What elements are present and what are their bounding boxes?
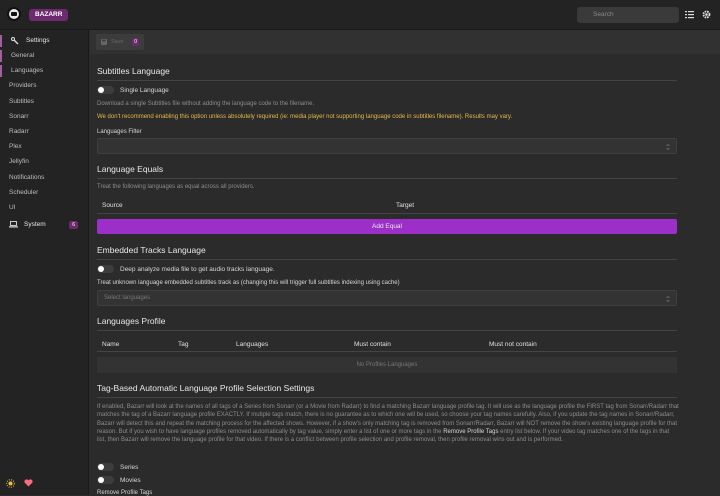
single-language-label: Single Language <box>120 87 169 94</box>
save-icon <box>101 39 107 45</box>
chevron-updown-icon <box>666 144 670 150</box>
task-list-icon[interactable] <box>685 10 694 19</box>
divider <box>97 80 677 81</box>
unknown-language-placeholder: Select languages <box>104 295 151 301</box>
series-toggle[interactable] <box>97 463 114 471</box>
sidebar-item-general[interactable]: General <box>0 50 89 62</box>
column-header-tag: Tag <box>178 341 189 348</box>
main-content: Save 0 Subtitles Language Single Languag… <box>90 30 720 496</box>
column-header-languages: Languages <box>236 341 269 348</box>
section-title-subtitles-language: Subtitles Language <box>97 66 170 76</box>
system-badge: 6 <box>69 221 78 229</box>
languages-filter-select[interactable] <box>97 138 677 154</box>
single-language-desc: Download a single Subtitles file without… <box>97 101 315 107</box>
divider <box>97 330 677 331</box>
sidebar-item-scheduler[interactable]: Scheduler <box>0 187 89 199</box>
movies-toggle[interactable] <box>97 476 114 484</box>
sidebar-item-notifications[interactable]: Notifications <box>0 172 89 184</box>
sidebar-item-radarr[interactable]: Radarr <box>0 126 89 138</box>
remove-profile-tags-label: Remove Profile Tags <box>97 490 153 496</box>
sidebar-item-sonarr[interactable]: Sonarr <box>0 111 89 123</box>
sidebar-group-settings[interactable]: Settings <box>0 35 89 47</box>
series-label: Series <box>120 464 139 471</box>
section-title-language-equals: Language Equals <box>97 164 164 174</box>
column-header-must-not-contain: Must not contain <box>489 341 537 348</box>
heart-icon[interactable] <box>24 479 33 487</box>
divider <box>97 259 677 260</box>
gear-icon[interactable] <box>702 10 711 19</box>
divider <box>97 178 677 179</box>
tag-based-description: If enabled, Bazarr will look at the name… <box>97 403 679 444</box>
sidebar: Settings General Languages Providers Sub… <box>0 30 89 495</box>
section-title-tag-based: Tag-Based Automatic Language Profile Sel… <box>97 383 315 393</box>
single-language-toggle[interactable] <box>97 86 114 94</box>
add-equal-button[interactable]: Add Equal <box>97 219 677 234</box>
section-title-embedded-tracks: Embedded Tracks Language <box>97 245 206 255</box>
sidebar-item-ui[interactable]: UI <box>0 202 89 214</box>
column-header-target: Target <box>396 202 415 209</box>
sidebar-item-providers[interactable]: Providers <box>0 80 89 92</box>
sun-icon[interactable] <box>6 479 15 488</box>
divider <box>97 397 677 398</box>
toolbar: Save 0 <box>90 30 720 54</box>
sidebar-system-label: System <box>24 221 46 228</box>
sidebar-item-jellyfin[interactable]: Jellyfin <box>0 156 89 168</box>
language-equals-desc: Treat the following languages as equal a… <box>97 184 255 190</box>
save-count-badge: 0 <box>132 38 139 46</box>
sidebar-item-plex[interactable]: Plex <box>0 141 89 153</box>
column-header-source: Source <box>102 202 123 209</box>
save-button[interactable]: Save 0 <box>96 34 144 50</box>
unknown-language-select[interactable]: Select languages <box>97 290 677 306</box>
deep-analyze-toggle[interactable] <box>97 265 114 273</box>
movies-label: Movies <box>120 477 141 484</box>
sidebar-settings-label: Settings <box>26 37 50 44</box>
profiles-empty-row: No Profiles Languages <box>97 357 677 373</box>
chevron-updown-icon <box>666 296 670 302</box>
brand-badge[interactable]: BAZARR <box>29 9 69 21</box>
divider <box>97 213 677 214</box>
column-header-must-contain: Must contain <box>354 341 391 348</box>
bazarr-logo[interactable] <box>7 7 21 21</box>
wrench-icon <box>11 37 19 45</box>
search-input[interactable]: Search <box>577 7 679 23</box>
sidebar-group-system[interactable]: System 6 <box>0 219 89 231</box>
sidebar-item-subtitles[interactable]: Subtitles <box>0 96 89 108</box>
laptop-icon <box>9 221 18 228</box>
top-bar: BAZARR Search <box>0 0 720 30</box>
single-language-warning: We don't recommend enabling this option … <box>97 114 513 120</box>
divider <box>97 351 677 352</box>
languages-filter-label: Languages Filter <box>97 129 142 135</box>
column-header-name: Name <box>102 341 120 348</box>
remove-profile-tags-ref: Remove Profile Tags <box>443 428 499 435</box>
section-title-languages-profile: Languages Profile <box>97 316 166 326</box>
save-label: Save <box>111 39 124 45</box>
unknown-language-label: Treat unknown language embedded subtitle… <box>97 280 400 286</box>
sidebar-item-languages[interactable]: Languages <box>0 65 89 77</box>
deep-analyze-label: Deep analyze media file to get audio tra… <box>120 266 275 273</box>
